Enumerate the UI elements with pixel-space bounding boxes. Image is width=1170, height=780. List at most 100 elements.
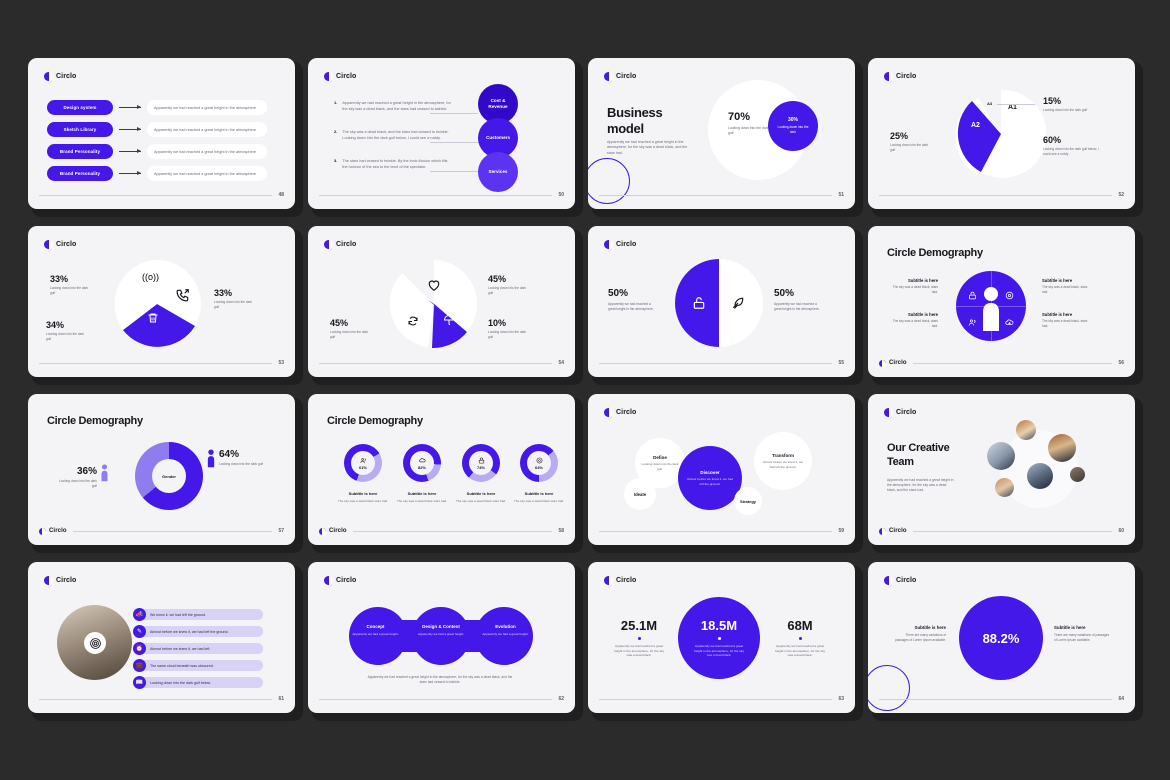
circlo-logo-icon	[319, 527, 326, 537]
logo-label: Circlo	[336, 577, 357, 584]
logo: Circlo	[44, 72, 76, 81]
page-number: 53	[278, 360, 284, 366]
bubble-text: Looking down into the dark gulf.	[641, 461, 679, 471]
list-index: 1.	[334, 100, 338, 105]
pie-legend-item: 45% Looking down into the dark gulf	[330, 318, 372, 340]
quadrant-text: The sky was a dead black, stars had.	[892, 285, 938, 294]
list-item[interactable]: Brand Personality Apparently we had reac…	[47, 166, 267, 181]
page-number: 61	[278, 696, 284, 702]
avatar	[1016, 420, 1036, 440]
list-item[interactable]: 💼 The same cloud beneath was obscured.	[133, 659, 263, 672]
donut-hole: 82%	[410, 451, 434, 475]
stack-circle-label: Customers	[486, 135, 510, 141]
bubble-label: Transform	[771, 452, 794, 458]
logo: Circlo	[884, 408, 916, 417]
bubble-label: Strategy	[739, 498, 756, 504]
legend-value: 25%	[890, 131, 909, 141]
logo: Circlo	[44, 576, 76, 585]
logo: Circlo	[324, 576, 356, 585]
slide-thumbnail-56[interactable]: Circle Demography Subtitle is here The s…	[868, 226, 1143, 385]
pie-value: 30%	[787, 117, 798, 124]
page-number: 48	[278, 192, 284, 198]
page-title: Circle Demography	[887, 247, 983, 259]
leader-line	[430, 171, 478, 172]
legend-value: 50%	[774, 288, 795, 299]
page-number: 54	[558, 360, 564, 366]
circlo-logo-icon	[884, 72, 893, 81]
legend-caption: Looking down into the dark gulf	[58, 479, 97, 488]
slide-thumbnail-62[interactable]: Circlo Concept Apparently we had a great…	[308, 562, 583, 721]
donut-value: 61%	[358, 464, 367, 470]
target-icon	[536, 457, 542, 463]
slide-thumbnail-63[interactable]: Circlo 25.1M Apparently we had reached a…	[588, 562, 863, 721]
pie-legend-item: 60% Looking down into the dark gulf belo…	[1043, 135, 1099, 157]
slide-footer: 55	[588, 357, 855, 369]
avatar	[1048, 434, 1076, 462]
legend-caption: Looking down into the dark gulf	[46, 332, 85, 341]
slide-thumbnail-55[interactable]: Circlo 50% Apparently we had reached a g…	[588, 226, 863, 385]
pen-icon: ✎	[133, 625, 146, 638]
logo: Circlo	[44, 240, 76, 249]
slide-63: Circlo 25.1M Apparently we had reached a…	[588, 562, 855, 713]
slide-thumbnail-51[interactable]: Circlo Business model Apparently we had …	[588, 58, 863, 217]
logo: Circlo	[604, 408, 636, 417]
leader-line	[430, 113, 478, 114]
circlo-logo-icon	[39, 527, 46, 537]
slide-thumbnail-54[interactable]: Circlo 45% Looking down into the dark gu…	[308, 226, 583, 385]
logo: Circlo	[604, 72, 636, 81]
slide-thumbnail-60[interactable]: Circlo Our Creative Team Apparently we h…	[868, 394, 1143, 553]
pie-slice-label-a1: A1	[1008, 104, 1017, 111]
legend-caption: Looking down into the dark gulf	[488, 286, 527, 295]
list-item[interactable]: 📖 Looking down into the dark gulf below.	[133, 676, 263, 689]
caption-text: Apparently we had reached a great height…	[367, 675, 513, 684]
bubble-label: Discover	[700, 469, 720, 475]
pill-label: Brand Personality	[47, 144, 113, 159]
list-item[interactable]: Design system Apparently we had reached …	[47, 100, 267, 115]
page-number: 51	[838, 192, 844, 198]
donut-caption: Subtitle is here The sky was a dead blac…	[336, 491, 390, 504]
slide-thumbnail-50[interactable]: Circlo 1. Apparently we had reached a gr…	[308, 58, 583, 217]
list-item[interactable]: ⏰ Almost before we knew it, we had left.	[133, 642, 263, 655]
slide-thumbnail-64[interactable]: Circlo 88.2% Subtitle is here There are …	[868, 562, 1143, 721]
list-item: 1. Apparently we had reached a great hei…	[334, 100, 452, 112]
slide-thumbnail-61[interactable]: Circlo 📣 We knew it, we had left the gro…	[28, 562, 303, 721]
legend-caption: Apparently we had reached a great height…	[608, 302, 654, 311]
donut-legend-item: 64% Looking down into the dark gulf	[219, 449, 271, 467]
list-item[interactable]: Brand Personality Apparently we had reac…	[47, 144, 267, 159]
slide-footer: Circlo 58	[308, 525, 575, 537]
slide-thumbnail-53[interactable]: Circlo ((o)) 33% Looking down into the d…	[28, 226, 303, 385]
circlo-logo-icon	[604, 240, 613, 249]
slide-thumbnail-57[interactable]: Circle Demography Gender 36% Looking dow…	[28, 394, 303, 553]
page-number: 58	[558, 528, 564, 534]
slide-footer: 53	[28, 357, 295, 369]
megaphone-icon: 📣	[133, 608, 146, 621]
pill-label: Design system	[47, 100, 113, 115]
step-heading: Concept	[366, 624, 385, 629]
list-text: The stars had ceased to twinkle. By the …	[342, 159, 448, 170]
circlo-logo-icon	[324, 72, 333, 81]
arrow-icon	[119, 105, 141, 109]
slide-thumbnail-48[interactable]: Circlo Design system Apparently we had r…	[28, 58, 303, 217]
stat-item: 18.5M Apparently we had reached a great …	[692, 618, 746, 658]
list-text: The same cloud beneath was obscured.	[141, 660, 263, 671]
list-item: 3. The stars had ceased to twinkle. By t…	[334, 158, 452, 170]
pie-legend-item: 34% Looking down into the dark gulf	[46, 320, 88, 342]
list-item[interactable]: ✎ Almost before we knew it, we had left …	[133, 625, 263, 638]
slide-thumbnail-52[interactable]: Circlo A1 A2 A3 25% Looking down into th…	[868, 58, 1143, 217]
caption-heading: Subtitle is here	[914, 625, 946, 630]
bubble-text: Almost before we knew it, we had left th…	[762, 459, 804, 469]
page-number: 64	[1118, 696, 1124, 702]
briefcase-icon: 💼	[133, 659, 146, 672]
circlo-logo-icon	[604, 576, 613, 585]
logo: Circlo	[879, 359, 907, 369]
pie-legend-item: 33% Looking down into the dark gulf	[214, 288, 256, 310]
slide-thumbnail-59[interactable]: Circlo Define Looking down into the dark…	[588, 394, 863, 553]
footer-divider	[912, 362, 1113, 364]
page-title: Our Creative Team	[887, 442, 950, 468]
refresh-icon	[408, 316, 418, 326]
list-item[interactable]: 📣 We knew it, we had left the ground.	[133, 608, 263, 621]
slide-thumbnail-58[interactable]: Circle Demography 61% 82% 74% 64% Subtit…	[308, 394, 583, 553]
stat-item: 25.1M Apparently we had reached a great …	[611, 618, 667, 658]
demography-circle	[956, 271, 1026, 341]
list-item[interactable]: Sketch Library Apparently we had reached…	[47, 122, 267, 137]
